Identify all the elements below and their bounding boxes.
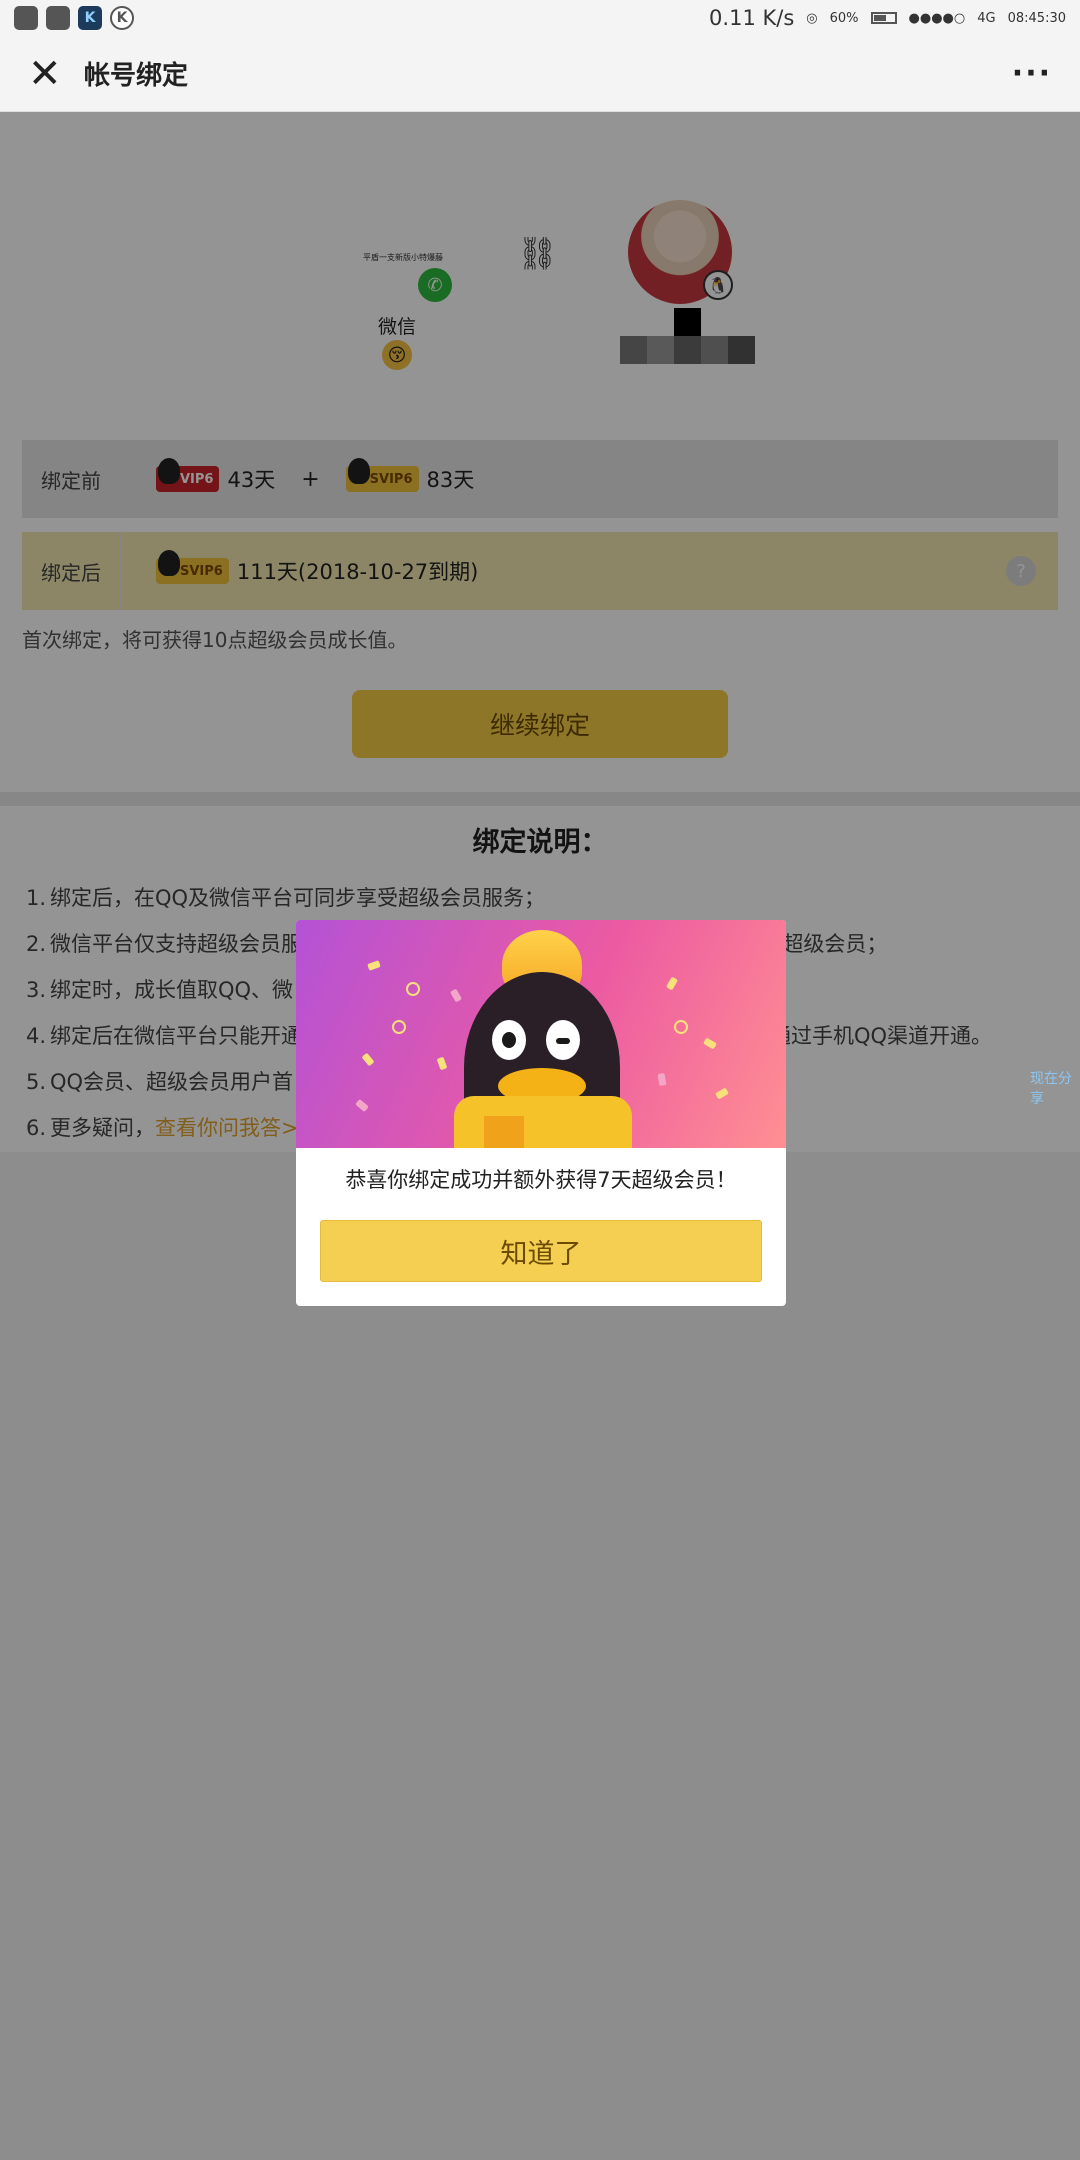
success-message: 恭喜你绑定成功并额外获得7天超级会员！ — [345, 1168, 737, 1192]
close-icon[interactable]: ✕ — [28, 54, 62, 94]
network-speed: 0.11 K/s — [709, 6, 795, 30]
signal-icon: ●●●●○ — [908, 10, 966, 26]
battery-percent: 60% — [829, 10, 859, 26]
notification-icons: K K — [14, 6, 134, 30]
wechat-notification-icon — [14, 6, 38, 30]
wechat-notification-icon-2 — [46, 6, 70, 30]
status-bar: K K 0.11 K/s ◎ 60% ●●●●○ 4G 08:45:30 — [0, 0, 1080, 36]
share-side-tag[interactable]: 现在分享 — [1030, 1068, 1080, 1108]
battery-icon — [870, 12, 897, 24]
k-circle-icon: K — [110, 6, 134, 30]
success-dialog: 恭喜你绑定成功并额外获得7天超级会员！ 知道了 — [296, 920, 786, 1306]
nav-bar: ✕ 帐号绑定 ··· — [0, 36, 1080, 112]
got-it-button[interactable]: 知道了 — [320, 1220, 762, 1282]
page-title: 帐号绑定 — [84, 61, 189, 91]
more-menu-icon[interactable]: ··· — [1012, 56, 1052, 91]
rotation-lock-icon: ◎ — [806, 10, 818, 26]
clock: 08:45:30 — [1007, 10, 1066, 26]
network-type: 4G — [977, 10, 996, 26]
k-app-icon: K — [78, 6, 102, 30]
qq-penguin-illustration — [296, 920, 786, 1148]
